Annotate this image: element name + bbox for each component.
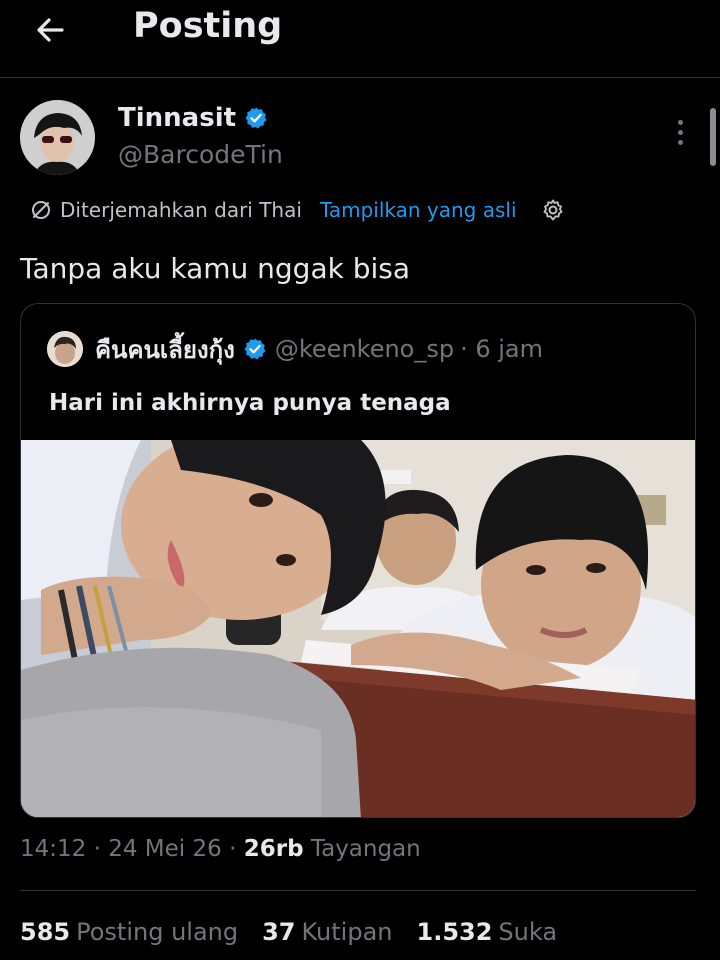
likes-count: 1.532 [416, 918, 493, 946]
translation-notice: Diterjemahkan dari Thai [60, 198, 302, 222]
reposts-count: 585 [20, 918, 71, 946]
divider [20, 890, 696, 891]
quoted-author-handle: @keenkeno_sp [274, 335, 455, 363]
author-name[interactable]: Tinnasit [118, 103, 268, 133]
quoted-author-name[interactable]: คืนคนเลี้ยงกุ้ง [95, 330, 235, 369]
post-page: Posting Tinnasit @BarcodeTin Diterjemahk… [0, 0, 720, 960]
author-handle[interactable]: @BarcodeTin [118, 140, 283, 169]
settings-icon [543, 199, 563, 221]
more-vertical-icon [677, 119, 683, 125]
verified-badge-icon [244, 338, 266, 360]
quoted-avatar-image [47, 331, 83, 367]
quoted-post-time: · 6 jam [460, 335, 544, 363]
quoted-post-text: Hari ini akhirnya punya tenaga [49, 390, 451, 416]
quoted-post-card[interactable]: คืนคนเลี้ยงกุ้ง @keenkeno_sp · 6 jam Har… [20, 303, 696, 818]
post-text: Tanpa aku kamu nggak bisa [20, 252, 411, 285]
post-date: · 24 Mei 26 · [93, 836, 237, 862]
reposts-label: Posting ulang [76, 918, 239, 946]
translate-icon [32, 201, 50, 219]
quoted-post-header: คืนคนเลี้ยงกุ้ง @keenkeno_sp · 6 jam [47, 330, 543, 368]
quoted-author-avatar[interactable] [47, 331, 83, 367]
back-button[interactable] [28, 8, 72, 52]
reposts-stat[interactable]: 585 Posting ulang [20, 918, 238, 946]
avatar-image [20, 100, 95, 175]
post-metadata: 14:12 · 24 Mei 26 · 26rb Tayangan [20, 836, 421, 862]
author-avatar[interactable] [20, 100, 95, 175]
page-title: Posting [133, 6, 283, 46]
top-bar: Posting [0, 0, 720, 78]
quotes-label: Kutipan [301, 918, 393, 946]
views-count: 26rb [243, 836, 304, 862]
post-time: 14:12 [20, 836, 87, 862]
views-label: Tayangan [310, 836, 421, 862]
verified-badge-icon [245, 107, 267, 129]
quotes-stat[interactable]: 37 Kutipan [262, 918, 392, 946]
quoted-post-photo[interactable] [21, 440, 696, 818]
show-original-link[interactable]: Tampilkan yang asli [320, 198, 517, 222]
translation-bar: Diterjemahkan dari Thai Tampilkan yang a… [30, 195, 565, 225]
quotes-count: 37 [262, 918, 296, 946]
likes-stat[interactable]: 1.532 Suka [417, 918, 558, 946]
more-options-button[interactable] [666, 115, 694, 149]
translation-settings-button[interactable] [541, 198, 565, 222]
likes-label: Suka [498, 918, 558, 946]
engagement-stats: 585 Posting ulang 37 Kutipan 1.532 Suka [20, 918, 557, 946]
author-name-text: Tinnasit [118, 103, 237, 133]
scrollbar[interactable] [710, 108, 716, 166]
back-arrow-icon [37, 18, 64, 42]
